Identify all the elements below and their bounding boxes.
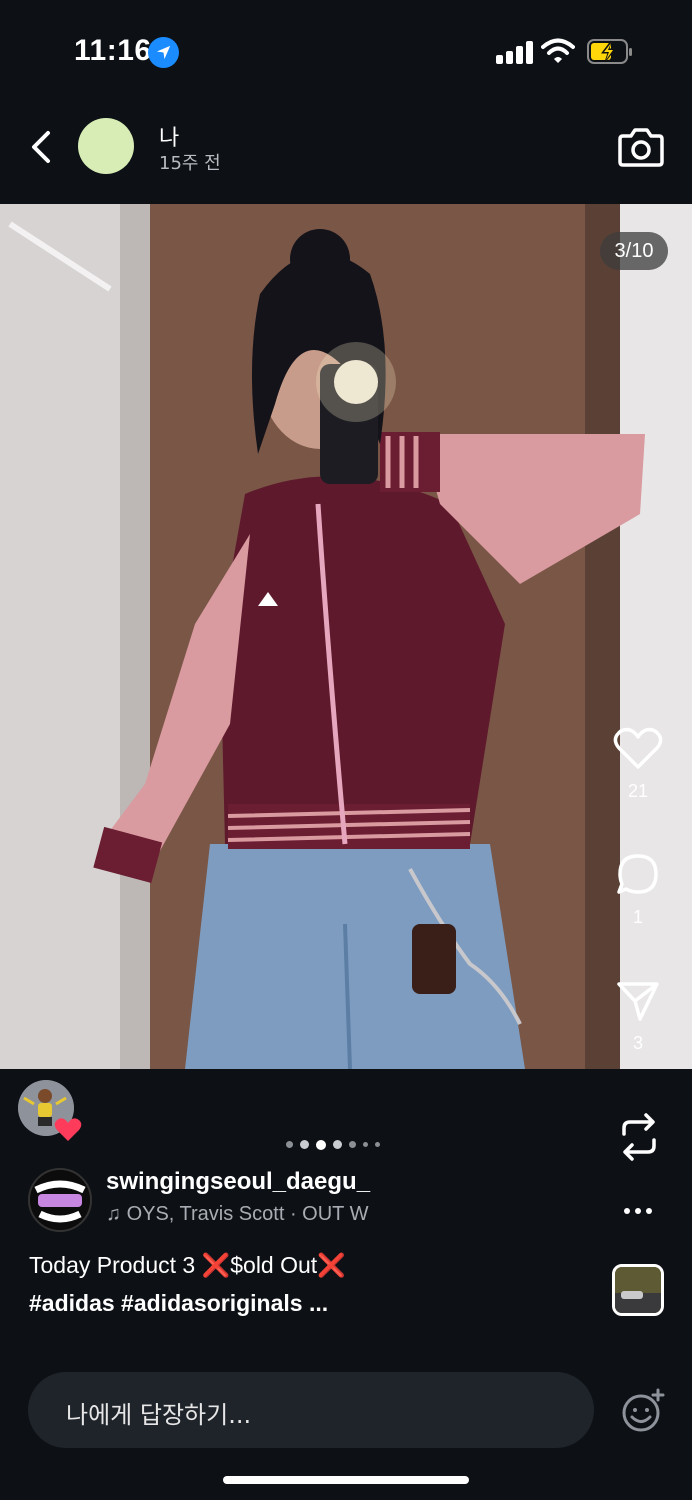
carousel-dot: [333, 1140, 342, 1150]
comment-action[interactable]: 1: [608, 852, 668, 928]
location-icon: [148, 37, 179, 68]
photo-counter: 3/10: [600, 232, 668, 270]
like-count: 21: [627, 781, 649, 801]
carousel-dot: [375, 1142, 380, 1148]
send-icon[interactable]: [616, 980, 660, 1022]
story-photo[interactable]: 3/10 21 1 3: [0, 204, 692, 1069]
status-time: 11:16: [74, 34, 152, 67]
account-logo[interactable]: [28, 1168, 92, 1232]
avatar[interactable]: [78, 118, 134, 174]
share-action[interactable]: 3: [608, 980, 668, 1054]
status-bar: 11:16: [0, 0, 692, 100]
story-header: 나 15주 전: [0, 100, 692, 204]
like-action[interactable]: 21: [608, 726, 668, 802]
battery-charging-icon: [587, 39, 632, 64]
comment-bubble-icon[interactable]: [616, 852, 660, 896]
carousel-dot: [363, 1142, 368, 1148]
comment-count: 1: [632, 907, 643, 927]
wifi-icon: [541, 38, 575, 63]
post-thumbnail[interactable]: [612, 1264, 664, 1316]
add-reaction-icon[interactable]: [620, 1388, 666, 1434]
camera-icon[interactable]: [617, 124, 665, 168]
carousel-dot: [349, 1141, 356, 1149]
reply-placeholder: 나에게 답장하기...: [66, 1401, 252, 1429]
posted-time: 15주 전: [159, 153, 221, 174]
carousel-indicator: [286, 1136, 406, 1150]
music-note-icon: ♫: [106, 1203, 127, 1225]
music-track[interactable]: ♫ OYS, Travis Scott · OUT W: [106, 1203, 406, 1226]
account-name[interactable]: swingingseoul_daegu_: [106, 1168, 370, 1196]
repost-icon[interactable]: [616, 1112, 662, 1162]
music-title: OYS, Travis Scott · OUT W: [126, 1203, 369, 1225]
heart-icon[interactable]: [613, 726, 663, 770]
caption-hashtags[interactable]: #adidas #adidasoriginals ...: [29, 1290, 328, 1317]
reply-input[interactable]: 나에게 답장하기...: [28, 1372, 594, 1448]
carousel-dot: [300, 1140, 309, 1150]
home-indicator[interactable]: [223, 1476, 469, 1484]
caption-line-1: Today Product 3 ❌$old Out❌: [29, 1252, 346, 1278]
mirror-selfie-image: [0, 204, 692, 1069]
username[interactable]: 나: [159, 120, 179, 152]
heart-badge-icon: [54, 1118, 82, 1141]
carousel-dot-active: [316, 1139, 326, 1150]
cellular-signal-icon: [496, 40, 533, 64]
share-count: 3: [632, 1033, 643, 1053]
chevron-left-icon[interactable]: [24, 127, 60, 167]
carousel-dot: [286, 1141, 293, 1149]
more-options-icon[interactable]: [622, 1195, 654, 1227]
